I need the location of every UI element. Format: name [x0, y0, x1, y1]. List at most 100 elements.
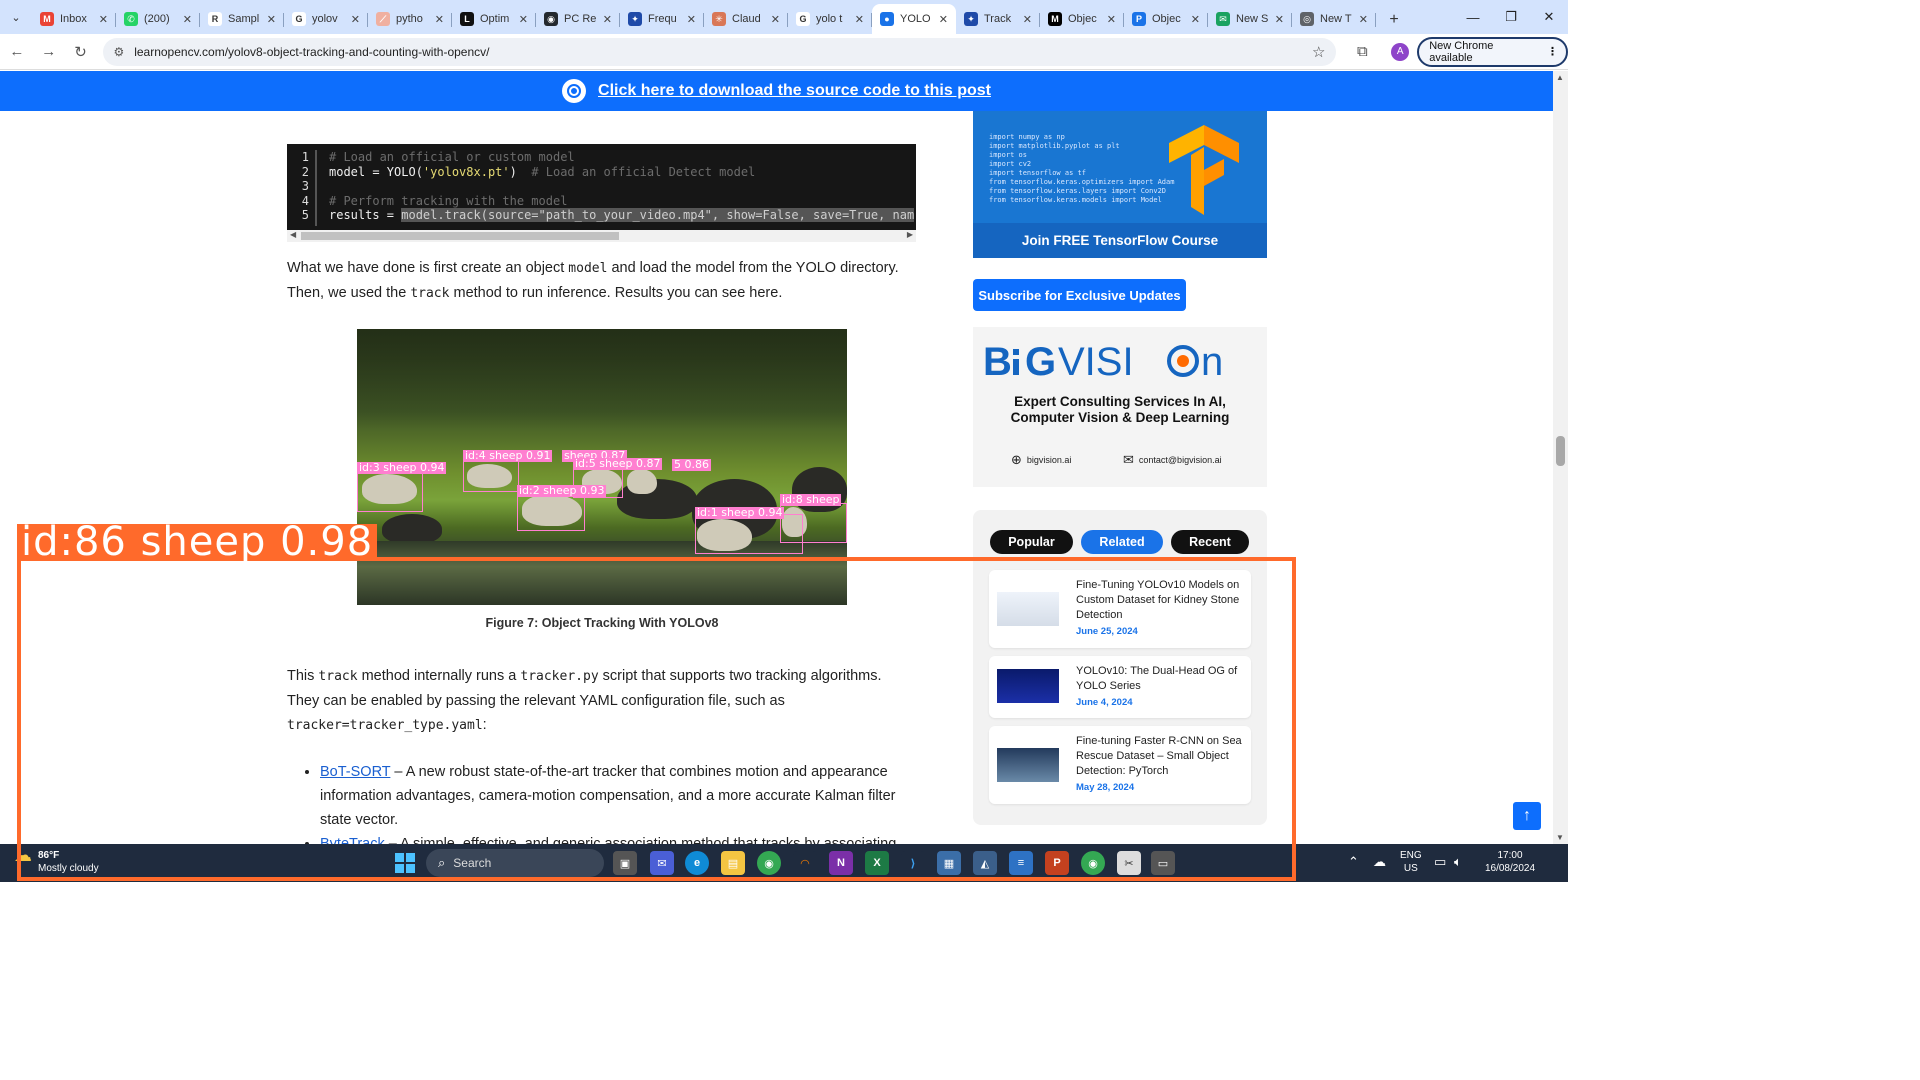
new-chrome-label: New Chrome available — [1429, 39, 1494, 64]
tab-favicon-icon: G — [796, 12, 810, 26]
onedrive-icon[interactable]: ☁ — [1373, 854, 1386, 870]
tab-favicon-icon: ✆ — [124, 12, 138, 26]
network-icon[interactable]: ▭ — [1434, 854, 1446, 870]
detection-label: id:2 sheep 0.93 — [517, 484, 607, 497]
tab-close-icon[interactable]: ✕ — [1107, 13, 1116, 26]
tab-title: Inbox — [60, 13, 87, 25]
browser-tab[interactable]: ✦ Track ✕ — [956, 5, 1040, 33]
svg-text:n: n — [1201, 341, 1223, 381]
bigvision-email: ✉ contact@bigvision.ai — [1123, 452, 1222, 467]
back-button[interactable]: ← — [2, 37, 32, 67]
browser-tab[interactable]: ✳ Claud ✕ — [704, 5, 788, 33]
paragraph-intro: What we have done is first create an obj… — [287, 260, 899, 301]
tab-close-icon[interactable]: ✕ — [1275, 13, 1284, 26]
download-source-banner[interactable]: Click here to download the source code t… — [0, 71, 1553, 111]
minimize-button[interactable]: — — [1454, 0, 1492, 34]
new-chrome-available-button[interactable]: New Chrome available ⋮ — [1417, 36, 1568, 67]
show-hidden-icons[interactable]: ⌃ — [1348, 854, 1359, 870]
page-scroll-thumb[interactable] — [1556, 436, 1565, 466]
tab-popular[interactable]: Popular — [990, 530, 1073, 554]
tab-search-dropdown-icon[interactable]: ⌄ — [0, 0, 32, 34]
browser-tab[interactable]: R Sampl ✕ — [200, 5, 284, 33]
menu-dots-icon: ⋮ — [1547, 46, 1559, 58]
browser-toolbar: ← → ↻ ⚙ learnopencv.com/yolov8-object-tr… — [0, 34, 1568, 70]
new-tab-button[interactable]: + — [1380, 6, 1408, 34]
forward-button[interactable]: → — [34, 37, 64, 67]
restore-button[interactable]: ❐ — [1492, 0, 1530, 34]
scroll-thumb[interactable] — [301, 232, 619, 240]
address-bar[interactable]: ⚙ learnopencv.com/yolov8-object-tracking… — [103, 37, 1336, 66]
svg-text:B: B — [983, 341, 1012, 381]
browser-tab[interactable]: Gyolo t ✕ — [788, 5, 872, 33]
reload-button[interactable]: ↻ — [66, 37, 96, 67]
clock[interactable]: 17:00 16/08/2024 — [1482, 849, 1538, 875]
browser-tab[interactable]: ✉ New S ✕ — [1208, 5, 1292, 33]
extensions-icon[interactable]: ⧉ — [1348, 37, 1378, 67]
volume-icon[interactable]: 🔈︎ — [1454, 854, 1462, 870]
tab-close-icon[interactable]: ✕ — [1191, 13, 1200, 26]
tab-related[interactable]: Related — [1081, 530, 1163, 554]
banner-link[interactable]: Click here to download the source code t… — [598, 82, 991, 100]
tab-favicon-icon: ◎ — [1300, 12, 1314, 26]
detection-label: id:8 sheep — [780, 493, 842, 506]
page-scrollbar[interactable]: ▲ ▼ — [1553, 71, 1568, 844]
tab-close-icon[interactable]: ✕ — [267, 13, 276, 26]
tab-title: pytho — [396, 13, 423, 25]
tab-close-icon[interactable]: ✕ — [771, 13, 780, 26]
browser-tab[interactable]: ✆ (200) ✕ — [116, 5, 200, 33]
browser-tab[interactable]: ◉ PC Re ✕ — [536, 5, 620, 33]
tab-close-icon[interactable]: ✕ — [519, 13, 528, 26]
close-window-button[interactable]: ✕ — [1530, 0, 1568, 34]
tab-title: Objec — [1068, 13, 1097, 25]
globe-icon: ⊕ — [1011, 452, 1022, 467]
tab-close-icon[interactable]: ✕ — [351, 13, 360, 26]
tab-recent[interactable]: Recent — [1171, 530, 1249, 554]
detection-box — [357, 470, 423, 512]
code-line-numbers: 1 2 3 4 5 — [287, 150, 317, 226]
browser-tab[interactable]: ● YOLO ✕ — [872, 4, 956, 34]
site-info-icon[interactable]: ⚙ — [113, 45, 124, 59]
browser-tab[interactable]: P Objec ✕ — [1124, 5, 1208, 33]
tab-title: New T — [1320, 13, 1352, 25]
detection-box — [463, 460, 519, 492]
tab-close-icon[interactable]: ✕ — [855, 13, 864, 26]
tab-close-icon[interactable]: ✕ — [99, 13, 108, 26]
scroll-down-icon[interactable]: ▼ — [1556, 833, 1564, 842]
tensorflow-course-ad[interactable]: import numpy as np import matplotlib.pyp… — [973, 111, 1267, 258]
tab-close-icon[interactable]: ✕ — [1023, 13, 1032, 26]
bigvision-ad[interactable]: B G VISI n Expert Consulting Services In… — [973, 327, 1267, 487]
language-indicator[interactable]: ENG US — [1400, 849, 1422, 875]
browser-tab[interactable]: ⟋ pytho ✕ — [368, 5, 452, 33]
scroll-left-icon[interactable]: ◀ — [290, 230, 296, 239]
browser-tab[interactable]: M Objec ✕ — [1040, 5, 1124, 33]
tab-close-icon[interactable]: ✕ — [1359, 13, 1368, 26]
browser-tab[interactable]: ◎ New T ✕ — [1292, 5, 1376, 33]
tab-close-icon[interactable]: ✕ — [435, 13, 444, 26]
browser-tab[interactable]: L Optim ✕ — [452, 5, 536, 33]
detection-box — [695, 514, 803, 554]
browser-tab[interactable]: ✦ Frequ ✕ — [620, 5, 704, 33]
scroll-right-icon[interactable]: ▶ — [907, 230, 913, 239]
code-block: 1 2 3 4 5 # Load an official or custom m… — [287, 144, 916, 230]
detection-overlay-label: id:86 sheep 0.98 — [17, 522, 378, 562]
browser-tab[interactable]: Gyolov ✕ — [284, 5, 368, 33]
tab-title: Objec — [1152, 13, 1181, 25]
subscribe-button[interactable]: Subscribe for Exclusive Updates — [973, 279, 1186, 311]
bookmark-star-icon[interactable]: ☆ — [1312, 43, 1325, 61]
tab-close-icon[interactable]: ✕ — [939, 13, 948, 26]
scroll-up-icon[interactable]: ▲ — [1556, 73, 1564, 82]
browser-tab[interactable]: M Inbox ✕ — [32, 5, 116, 33]
tab-favicon-icon: L — [460, 12, 474, 26]
tab-favicon-icon: M — [40, 12, 54, 26]
tab-close-icon[interactable]: ✕ — [603, 13, 612, 26]
back-to-top-button[interactable]: ↑ — [1513, 802, 1541, 830]
tab-close-icon[interactable]: ✕ — [687, 13, 696, 26]
tab-title: Frequ — [648, 13, 677, 25]
detection-label: id:3 sheep 0.94 — [357, 461, 447, 474]
bigvision-site: ⊕ bigvision.ai — [1011, 452, 1072, 467]
join-tensorflow-button[interactable]: Join FREE TensorFlow Course — [973, 223, 1267, 258]
profile-avatar[interactable]: A — [1391, 42, 1410, 61]
code-horizontal-scrollbar[interactable]: ◀ ▶ — [287, 230, 916, 242]
tab-title: Optim — [480, 13, 510, 25]
tab-close-icon[interactable]: ✕ — [183, 13, 192, 26]
